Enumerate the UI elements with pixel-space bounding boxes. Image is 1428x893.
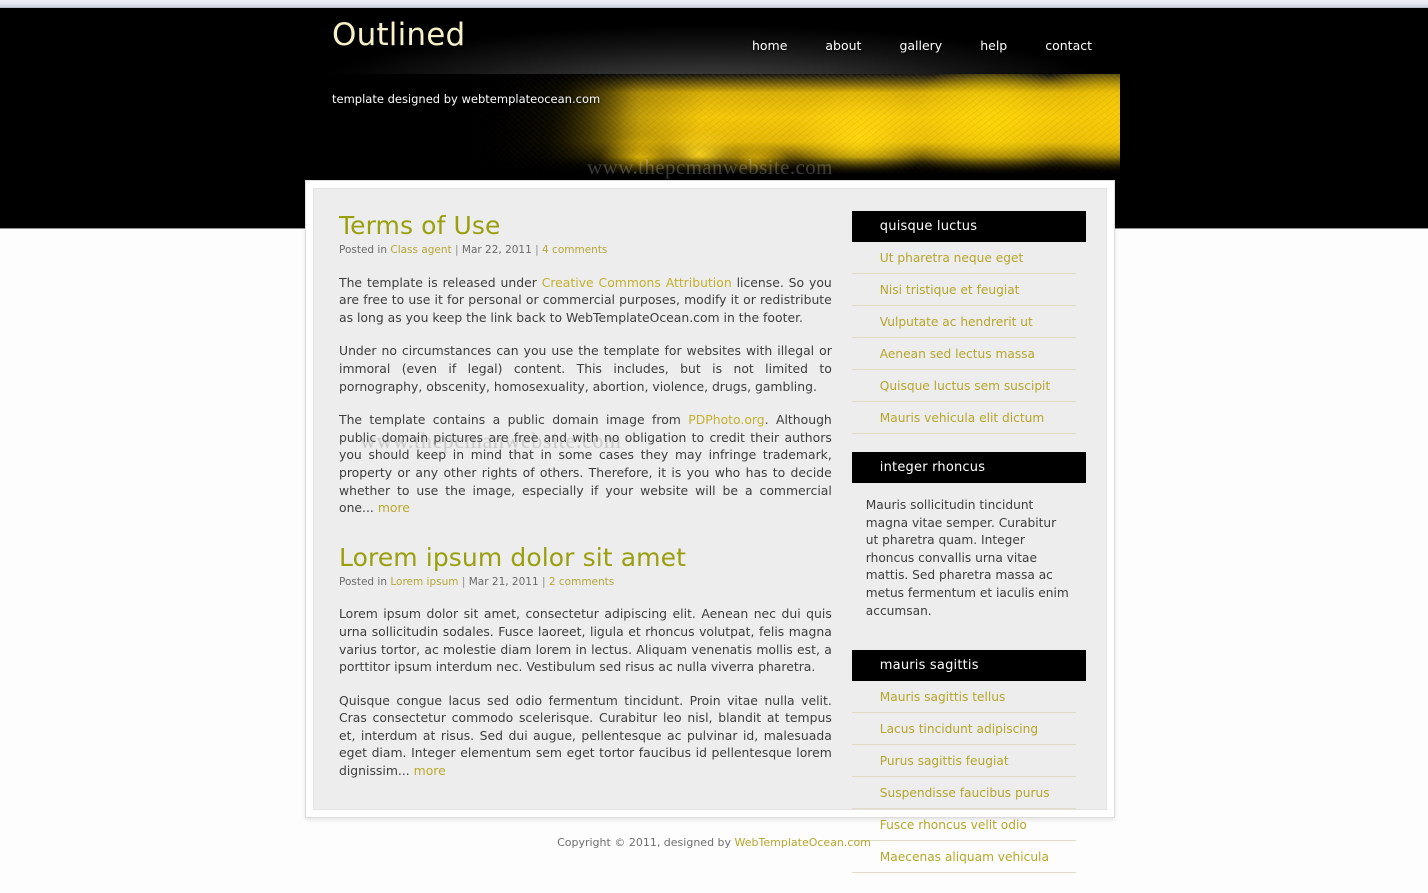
- post-meta-comments[interactable]: 2 comments: [549, 576, 614, 588]
- list-item: Lacus tincidunt adipiscing: [851, 713, 1076, 746]
- sidebar-link[interactable]: Lacus tincidunt adipiscing: [852, 713, 1076, 744]
- post-article: Terms of Use Posted in Class agent | Mar…: [339, 211, 832, 517]
- sidebar-widget-integer-rhoncus: integer rhoncus Mauris sollicitudin tinc…: [851, 452, 1086, 632]
- post-article: Lorem ipsum dolor sit amet Posted in Lor…: [339, 543, 832, 780]
- main-navigation: home about gallery help contact: [752, 38, 1092, 53]
- post-meta-posted-label: Posted in: [339, 244, 388, 256]
- sidebar-link[interactable]: Quisque luctus sem suscipit: [852, 370, 1076, 401]
- nav-item-gallery[interactable]: gallery: [899, 38, 942, 53]
- content-columns: Terms of Use Posted in Class agent | Mar…: [314, 189, 1106, 891]
- post-meta-separator-2: |: [535, 244, 539, 256]
- read-more-link[interactable]: more: [414, 763, 446, 778]
- sidebar-link[interactable]: Mauris sagittis tellus: [852, 681, 1076, 712]
- main-container: Terms of Use Posted in Class agent | Mar…: [305, 180, 1115, 874]
- main-container-inner: Terms of Use Posted in Class agent | Mar…: [313, 188, 1107, 874]
- post-paragraph: The template contains a public domain im…: [339, 411, 832, 517]
- post-meta-separator-1: |: [461, 575, 466, 588]
- widget-title: quisque luctus: [851, 211, 1086, 242]
- widget-text: Mauris sollicitudin tincidunt magna vita…: [865, 498, 1069, 618]
- post-meta-separator-2: |: [541, 575, 546, 588]
- list-item: Aenean sed lectus massa: [851, 338, 1076, 370]
- widget-title: integer rhoncus: [851, 452, 1086, 483]
- site-logo[interactable]: Outlined: [332, 16, 465, 54]
- sidebar-link[interactable]: Aenean sed lectus massa: [852, 338, 1076, 369]
- sidebar-link[interactable]: Suspendisse faucibus purus: [852, 777, 1076, 808]
- post-meta-category[interactable]: Class agent: [390, 244, 451, 256]
- inline-link-creative-commons[interactable]: Creative Commons Attribution: [542, 275, 732, 290]
- sidebar-link[interactable]: Purus sagittis feugiat: [852, 745, 1076, 776]
- footer-copyright: Copyright © 2011, designed by: [557, 836, 735, 849]
- list-item: Ut pharetra neque eget: [851, 242, 1076, 274]
- post-meta-category[interactable]: Lorem ipsum: [390, 576, 458, 588]
- page-root: Outlined home about gallery help contact…: [0, 0, 1428, 893]
- nav-item-contact[interactable]: contact: [1045, 38, 1092, 53]
- list-item: Purus sagittis feugiat: [851, 745, 1076, 778]
- post-paragraph: Lorem ipsum dolor sit amet, consectetur …: [339, 605, 832, 675]
- sidebar-widget-quisque-luctus: quisque luctus Ut pharetra neque eget Ni…: [851, 211, 1086, 434]
- post-meta-date: Mar 21, 2011: [468, 575, 539, 588]
- post-meta-date: Mar 22, 2011: [461, 244, 532, 256]
- sidebar-link[interactable]: Vulputate ac hendrerit ut: [852, 306, 1076, 337]
- list-item: Nisi tristique et feugiat: [851, 274, 1076, 306]
- list-item: Suspendisse faucibus purus: [851, 777, 1076, 810]
- paragraph-text-after: . Although public domain pictures are fr…: [339, 412, 832, 516]
- banner-image: template designed by webtemplateocean.co…: [300, 74, 1120, 177]
- paragraph-text-before: The template is released under: [339, 274, 542, 290]
- content-column: Terms of Use Posted in Class agent | Mar…: [339, 211, 832, 891]
- sidebar-link[interactable]: Mauris vehicula elit dictum: [852, 402, 1076, 433]
- site-footer: Copyright © 2011, designed by WebTemplat…: [0, 836, 1428, 849]
- paragraph-text-before: Under no circumstances can you use the t…: [339, 343, 832, 394]
- read-more-link[interactable]: more: [378, 500, 410, 515]
- post-meta: Posted in Class agent | Mar 22, 2011 | 4…: [339, 242, 832, 260]
- widget-list: Ut pharetra neque eget Nisi tristique et…: [851, 242, 1086, 434]
- nav-item-about[interactable]: about: [825, 38, 861, 53]
- footer-link[interactable]: WebTemplateOcean.com: [735, 836, 871, 849]
- paragraph-text-before: Lorem ipsum dolor sit amet, consectetur …: [339, 606, 832, 675]
- post-paragraph: The template is released under Creative …: [339, 274, 832, 327]
- nav-item-help[interactable]: help: [980, 38, 1007, 53]
- widget-title: mauris sagittis: [851, 650, 1086, 682]
- site-header: Outlined home about gallery help contact: [300, 0, 1120, 74]
- post-paragraph: Quisque congue lacus sed odio fermentum …: [339, 692, 832, 780]
- nav-item-home[interactable]: home: [752, 38, 787, 53]
- sidebar-link[interactable]: Nisi tristique et feugiat: [852, 274, 1076, 305]
- post-title[interactable]: Terms of Use: [339, 211, 832, 240]
- list-item: Mauris sagittis tellus: [851, 681, 1076, 714]
- sidebar-link[interactable]: Ut pharetra neque eget: [852, 242, 1076, 273]
- banner-caption: template designed by webtemplateocean.co…: [332, 92, 601, 106]
- list-item: Mauris vehicula elit dictum: [851, 402, 1076, 434]
- post-meta-comments[interactable]: 4 comments: [542, 244, 607, 256]
- post-meta: Posted in Lorem ipsum | Mar 21, 2011 | 2…: [339, 574, 832, 592]
- post-meta-posted-label: Posted in: [339, 575, 388, 588]
- sidebar: quisque luctus Ut pharetra neque eget Ni…: [851, 211, 1086, 891]
- banner-bottom-fade: [300, 157, 1120, 177]
- list-item: Quisque luctus sem suscipit: [851, 370, 1076, 402]
- inline-link-pdphoto[interactable]: PDPhoto.org: [688, 412, 764, 427]
- list-item: Vulputate ac hendrerit ut: [851, 306, 1076, 338]
- post-paragraph: Under no circumstances can you use the t…: [339, 342, 832, 395]
- post-meta-separator-1: |: [455, 244, 459, 256]
- post-title[interactable]: Lorem ipsum dolor sit amet: [339, 543, 832, 572]
- paragraph-text-before: The template contains a public domain im…: [339, 412, 689, 428]
